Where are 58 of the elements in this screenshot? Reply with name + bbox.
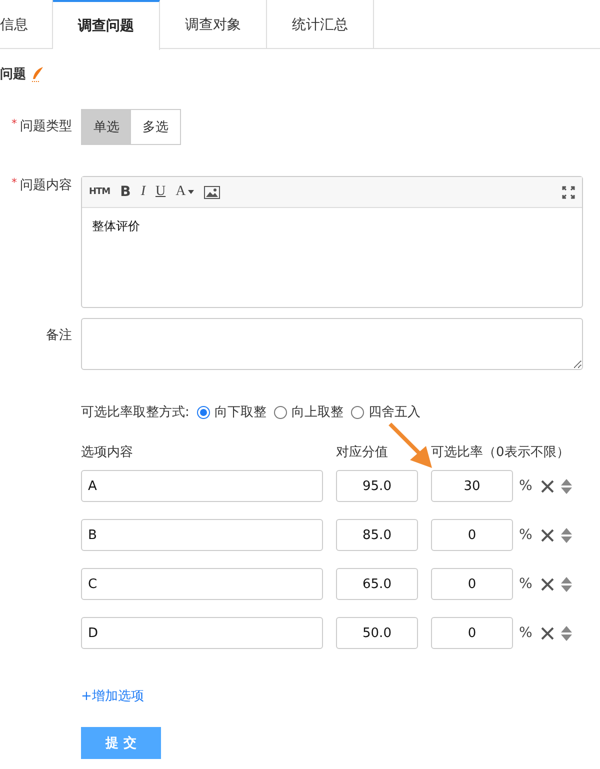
percent-unit: % [519, 576, 534, 592]
field-label: 问题内容 [20, 177, 72, 194]
underline-tool[interactable]: U [155, 184, 166, 200]
feather-icon [32, 66, 44, 82]
option-content-field[interactable]: B [81, 519, 323, 551]
sort-icon[interactable] [561, 478, 572, 494]
rate-field[interactable]: 0 [431, 519, 513, 551]
tab[interactable]: 调查对象 [160, 0, 267, 49]
option-content-field[interactable]: C [81, 568, 323, 600]
radio-option[interactable]: 向下取整 [197, 403, 266, 421]
tab[interactable]: 统计汇总 [267, 0, 374, 49]
percent-unit: % [519, 527, 534, 543]
option-content-field[interactable]: D [81, 617, 323, 649]
close-icon[interactable] [541, 626, 554, 640]
radio-icon[interactable] [274, 406, 288, 418]
rich-text-editor[interactable]: HTM B I U A 整体评价 [81, 176, 583, 308]
radio-icon[interactable] [197, 406, 210, 418]
radio-icon[interactable] [351, 406, 364, 418]
score-field[interactable]: 95.0 [336, 470, 418, 502]
close-icon[interactable] [541, 480, 554, 492]
field-label: 备注 [46, 327, 72, 344]
sort-icon[interactable] [561, 528, 572, 542]
percent-unit: % [519, 478, 534, 494]
radio-option[interactable]: 四舍五入 [351, 403, 420, 421]
sort-icon[interactable] [561, 626, 572, 640]
required-mark: * [12, 117, 17, 132]
remark-field[interactable] [81, 318, 583, 370]
color-tool[interactable]: A [176, 184, 186, 200]
add-option-link[interactable]: +增加选项 [81, 687, 144, 705]
bold-tool[interactable]: B [120, 184, 131, 200]
type-option[interactable]: 单选 [82, 110, 131, 144]
fullscreen-icon[interactable] [562, 186, 575, 198]
image-icon[interactable] [204, 186, 220, 198]
option-content-field[interactable]: A [81, 470, 323, 502]
close-icon[interactable] [541, 528, 554, 542]
percent-unit: % [519, 625, 534, 641]
rounding-label: 可选比率取整方式: [81, 404, 190, 421]
tab[interactable]: 调查问题 [53, 0, 160, 50]
field-label: 问题类型 [20, 118, 72, 135]
editor-text: 整体评价 [91, 218, 141, 235]
rate-field[interactable]: 30 [431, 470, 513, 502]
score-field[interactable]: 85.0 [336, 519, 418, 551]
required-mark: * [12, 176, 17, 191]
italic-tool[interactable]: I [140, 184, 146, 200]
text-tool[interactable]: HTM [89, 187, 110, 197]
radio-option[interactable]: 向上取整 [274, 403, 344, 421]
score-field[interactable]: 65.0 [336, 568, 418, 600]
score-field[interactable]: 50.0 [336, 617, 418, 649]
column-header: 选项内容 [81, 444, 134, 461]
annotation-arrow-drawing [388, 422, 432, 468]
column-header: 对应分值 [336, 444, 389, 461]
sort-icon[interactable] [561, 576, 572, 592]
section-title: 问题 [0, 66, 26, 83]
close-icon[interactable] [541, 578, 554, 590]
rate-field[interactable]: 0 [431, 568, 513, 600]
column-header: 可选比率（0表示不限） [431, 444, 570, 461]
caret-icon[interactable] [188, 190, 194, 194]
rate-field[interactable]: 0 [431, 617, 513, 649]
